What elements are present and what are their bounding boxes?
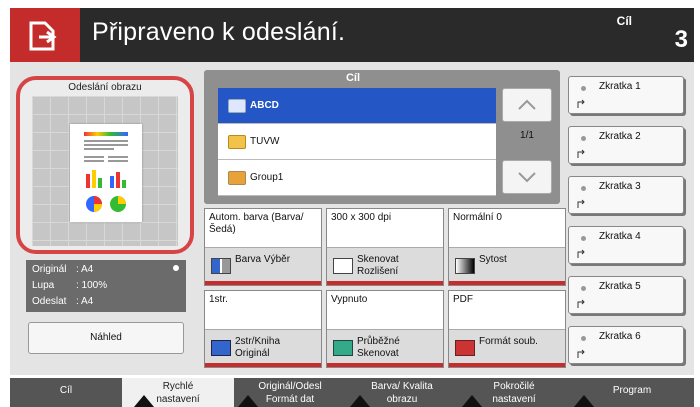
shortcut-icon [577, 199, 585, 208]
continuous-scan-button[interactable]: Vypnuto Průběžné Skenovat [326, 290, 444, 368]
file-format-icon [455, 340, 475, 356]
preview-title: Odeslání obrazu [68, 82, 142, 93]
status-header: Připraveno k odeslání. Cíl 3 [10, 8, 694, 62]
home-button[interactable] [10, 8, 80, 62]
chevron-down-icon [518, 172, 536, 183]
folder-user-icon [228, 134, 246, 149]
density-icon [455, 258, 475, 274]
shortcut-3-button[interactable]: Zkratka 3 [568, 176, 684, 214]
shortcut-icon [577, 349, 585, 358]
chevron-up-icon [518, 99, 536, 110]
info-zoom: Lupa: 100% [32, 280, 108, 291]
resolution-icon [333, 258, 353, 274]
send-icon [29, 21, 57, 51]
tab-quick-setup[interactable]: Rychlé nastavení [122, 378, 234, 407]
scan-resolution-button[interactable]: 300 x 300 dpi Skenovat Rozlišení [326, 208, 444, 286]
shortcut-icon [577, 99, 585, 108]
tab-destination[interactable]: Cíl [10, 378, 122, 407]
tab-color-quality[interactable]: Barva/ Kvalita obrazu [346, 378, 458, 407]
tab-original-format[interactable]: Originál/Odesl Formát dat [234, 378, 346, 407]
info-original: Originál: A4 [32, 264, 94, 275]
dest-count: 3 [674, 26, 688, 53]
preview-page-thumbnail [70, 124, 142, 222]
tab-program[interactable]: Program [570, 378, 694, 407]
list-item[interactable]: ABCD [218, 88, 496, 124]
preview-grid [32, 96, 178, 246]
page-indicator: 1/1 [520, 130, 534, 141]
duplex-icon [211, 340, 231, 356]
preview-button[interactable]: Náhled [28, 322, 184, 354]
color-select-icon [211, 258, 231, 274]
email-icon [228, 98, 246, 113]
tab-bar: Cíl Rychlé nastavení Originál/Odesl Form… [10, 378, 694, 407]
shortcut-icon [577, 149, 585, 158]
group-icon [228, 170, 246, 185]
continuous-scan-icon [333, 340, 353, 356]
scroll-up-button[interactable] [502, 88, 552, 122]
shortcut-6-button[interactable]: Zkratka 6 [568, 326, 684, 364]
destination-header: Cíl [345, 72, 361, 84]
color-select-button[interactable]: Autom. barva (Barva/Šedá) Barva Výběr [204, 208, 322, 286]
density-button[interactable]: Normální 0 Sytost [448, 208, 566, 286]
shortcut-5-button[interactable]: Zkratka 5 [568, 276, 684, 314]
list-item[interactable]: TUVW [218, 124, 496, 160]
tab-advanced[interactable]: Pokročilé nastavení [458, 378, 570, 407]
image-preview[interactable]: Odeslání obrazu [16, 76, 194, 254]
info-send-size: Odeslat: A4 [32, 296, 94, 307]
status-title: Připraveno k odeslání. [92, 18, 346, 46]
shortcut-2-button[interactable]: Zkratka 2 [568, 126, 684, 164]
shortcut-icon [577, 299, 585, 308]
scroll-down-button[interactable] [502, 160, 552, 194]
orientation-icon [173, 265, 179, 271]
dest-count-label: Cíl [616, 14, 632, 28]
shortcut-1-button[interactable]: Zkratka 1 [568, 76, 684, 114]
shortcut-icon [577, 249, 585, 258]
list-item[interactable]: Group1 [218, 160, 496, 196]
duplex-original-button[interactable]: 1str. 2str/Kniha Originál [204, 290, 322, 368]
file-format-button[interactable]: PDF Formát soub. [448, 290, 566, 368]
shortcut-4-button[interactable]: Zkratka 4 [568, 226, 684, 264]
destination-list: ABCD TUVW Group1 [218, 88, 496, 196]
